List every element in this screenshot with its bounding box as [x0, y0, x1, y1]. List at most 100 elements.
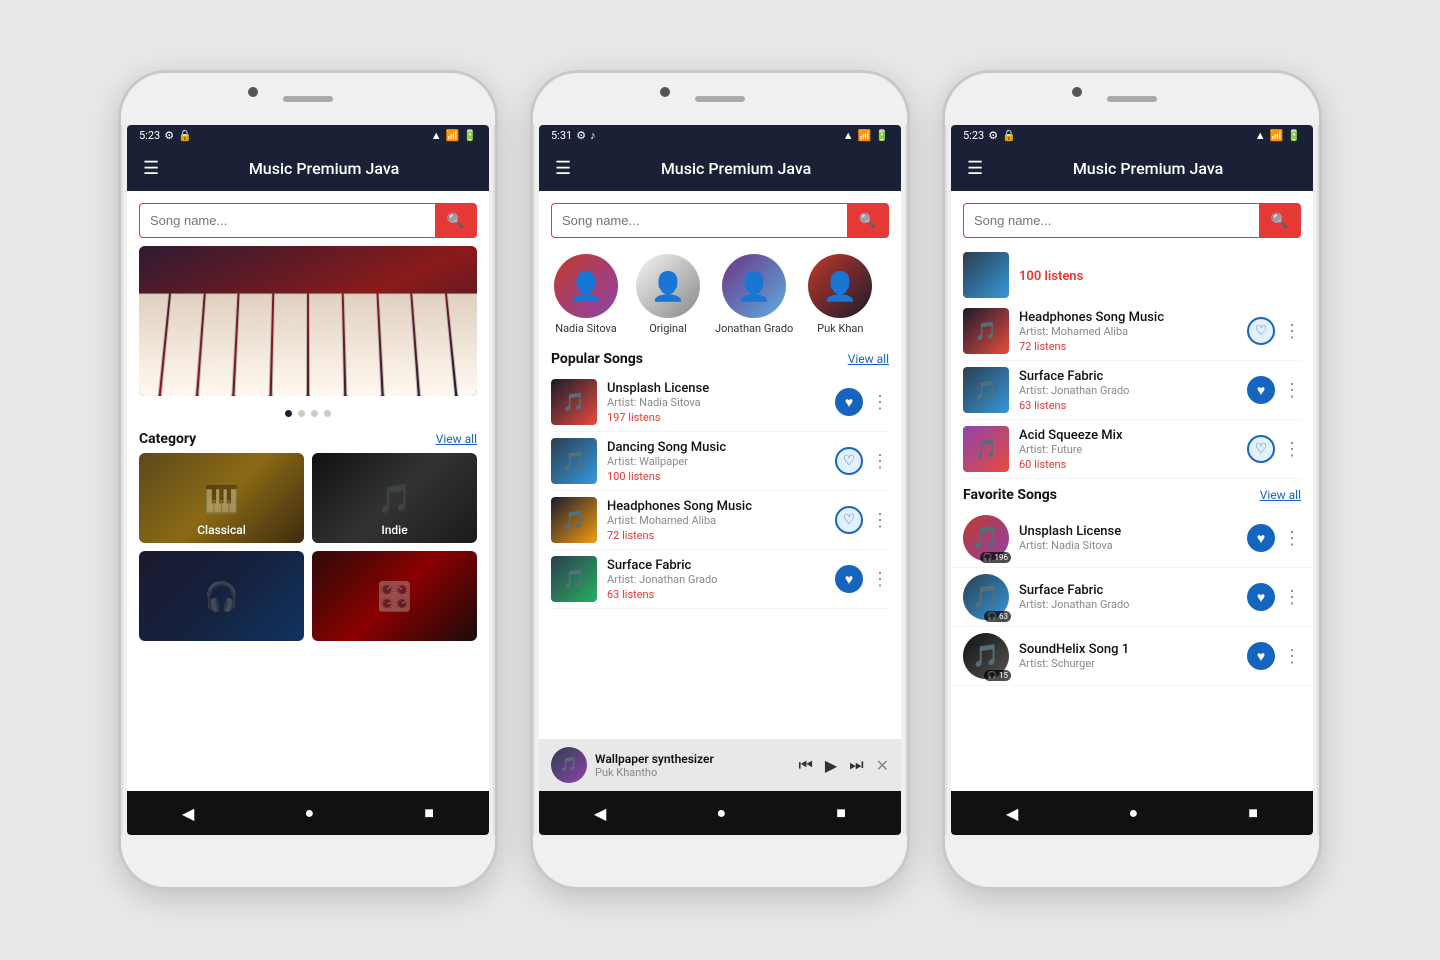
search-button-2[interactable]: 🔍 [847, 204, 888, 237]
song-item-2: 🎵 Dancing Song Music Artist: Wallpaper 1… [551, 432, 889, 491]
like-button-1[interactable]: ♥ [835, 388, 863, 416]
home-button-1[interactable]: ● [288, 799, 330, 827]
artist-name-2: Original [649, 322, 687, 335]
search-input-3[interactable] [964, 205, 1259, 236]
dot-3[interactable] [311, 410, 318, 417]
player-thumb: 🎵 [551, 747, 587, 783]
back-button-3[interactable]: ◀ [990, 800, 1034, 827]
back-button-1[interactable]: ◀ [166, 800, 210, 827]
top-more-3[interactable]: ⋮ [1283, 439, 1301, 460]
search-input-1[interactable] [140, 205, 435, 236]
top-like-1[interactable]: ♡ [1247, 317, 1275, 345]
top-like-2[interactable]: ♥ [1247, 376, 1275, 404]
screen-2: 5:31 ⚙ ♪ ▲ 📶 🔋 ☰ Music Premium Java 🔍 [539, 125, 901, 835]
artist-avatar-2: 👤 [636, 254, 700, 318]
fav-more-1[interactable]: ⋮ [1283, 528, 1301, 549]
category-classical[interactable]: 🎹 Classical [139, 453, 304, 543]
app-title-2: Music Premium Java [587, 159, 885, 178]
popular-view-all[interactable]: View all [848, 352, 889, 366]
fav-like-1[interactable]: ♥ [1247, 524, 1275, 552]
like-button-4[interactable]: ♥ [835, 565, 863, 593]
player-close[interactable]: ✕ [876, 756, 889, 775]
dot-4[interactable] [324, 410, 331, 417]
category-header: Category View all [127, 423, 489, 453]
song-thumb-2: 🎵 [551, 438, 597, 484]
top-song-thumb [963, 252, 1009, 298]
more-button-2[interactable]: ⋮ [871, 451, 889, 472]
song-thumb-1: 🎵 [551, 379, 597, 425]
fav-more-3[interactable]: ⋮ [1283, 646, 1301, 667]
player-prev[interactable]: ⏮ [798, 755, 812, 775]
fav-count-2: 🎧63 [984, 611, 1011, 622]
player-play[interactable]: ▶ [825, 756, 837, 775]
artist-item-3[interactable]: 👤 Jonathan Grado [715, 254, 793, 335]
search-button-1[interactable]: 🔍 [435, 204, 476, 237]
category-headphones[interactable]: 🎧 [139, 551, 304, 641]
artists-row[interactable]: 👤 Nadia Sitova 👤 Original 👤 Jonathan Gra… [539, 246, 901, 343]
status-bar-2: 5:31 ⚙ ♪ ▲ 📶 🔋 [539, 125, 901, 146]
song-artist-4: Artist: Jonathan Grado [607, 573, 825, 586]
fav-like-3[interactable]: ♥ [1247, 642, 1275, 670]
wifi-icon-2: ▲ [843, 129, 854, 142]
category-indie[interactable]: 🎵 Indie [312, 453, 477, 543]
artist-item-2[interactable]: 👤 Original [633, 254, 703, 335]
recents-button-2[interactable]: ■ [820, 799, 862, 827]
more-button-4[interactable]: ⋮ [871, 569, 889, 590]
dot-2[interactable] [298, 410, 305, 417]
category-view-all[interactable]: View all [436, 432, 477, 446]
like-button-3[interactable]: ♡ [835, 506, 863, 534]
top-song-listens-1: 72 listens [1019, 340, 1237, 353]
time-1: 5:23 [139, 129, 160, 142]
song-name-3: Headphones Song Music [607, 499, 825, 514]
search-button-3[interactable]: 🔍 [1259, 204, 1300, 237]
fav-more-2[interactable]: ⋮ [1283, 587, 1301, 608]
favorite-songs-header: Favorite Songs View all [951, 479, 1313, 509]
menu-icon-1[interactable]: ☰ [143, 158, 159, 179]
recents-button-1[interactable]: ■ [408, 799, 450, 827]
top-like-3[interactable]: ♡ [1247, 435, 1275, 463]
wifi-icon-1: ▲ [431, 129, 442, 142]
settings-icon-2: ⚙ [576, 129, 586, 142]
fav-actions-1: ♥ ⋮ [1247, 524, 1301, 552]
time-2: 5:31 [551, 129, 572, 142]
content-3[interactable]: 🔍 100 listens 🎵 Headphones Song Music Ar… [951, 191, 1313, 791]
fav-info-2: Surface Fabric Artist: Jonathan Grado [1019, 583, 1237, 611]
top-song-item-3: 🎵 Acid Squeeze Mix Artist: Future 60 lis… [963, 420, 1301, 479]
category-synth[interactable]: 🎛️ [312, 551, 477, 641]
more-button-1[interactable]: ⋮ [871, 392, 889, 413]
top-listens-label: 100 listens [1019, 269, 1083, 284]
home-button-3[interactable]: ● [1112, 799, 1154, 827]
back-button-2[interactable]: ◀ [578, 800, 622, 827]
phone-top-3 [945, 73, 1319, 125]
artist-name-4: Puk Khan [817, 322, 863, 335]
like-button-2[interactable]: ♡ [835, 447, 863, 475]
artist-item-4[interactable]: 👤 Puk Khan [805, 254, 875, 335]
settings-icon-3: ⚙ [988, 129, 998, 142]
content-1[interactable]: 🔍 [127, 191, 489, 791]
recents-button-3[interactable]: ■ [1232, 799, 1274, 827]
menu-icon-2[interactable]: ☰ [555, 158, 571, 179]
dot-1[interactable] [285, 410, 292, 417]
fav-like-2[interactable]: ♥ [1247, 583, 1275, 611]
artist-item-1[interactable]: 👤 Nadia Sitova [551, 254, 621, 335]
phone-bottom-2 [533, 835, 907, 887]
artist-avatar-1: 👤 [554, 254, 618, 318]
content-2[interactable]: 🔍 👤 Nadia Sitova 👤 Original [539, 191, 901, 739]
fav-avatar-1: 🎵 🎧196 [963, 515, 1009, 561]
song-artist-3: Artist: Mohamed Aliba [607, 514, 825, 527]
home-button-2[interactable]: ● [700, 799, 742, 827]
favorite-view-all[interactable]: View all [1260, 488, 1301, 502]
status-right-1: ▲ 📶 🔋 [431, 129, 477, 142]
top-more-2[interactable]: ⋮ [1283, 380, 1301, 401]
search-input-2[interactable] [552, 205, 847, 236]
more-button-3[interactable]: ⋮ [871, 510, 889, 531]
menu-icon-3[interactable]: ☰ [967, 158, 983, 179]
top-song-name-2: Surface Fabric [1019, 369, 1237, 384]
player-artist: Puk Khantho [595, 766, 790, 779]
player-next[interactable]: ⏭ [849, 755, 863, 775]
app-title-3: Music Premium Java [999, 159, 1297, 178]
favorite-songs-title: Favorite Songs [963, 487, 1057, 503]
status-left-3: 5:23 ⚙ 🔒 [963, 129, 1016, 142]
top-more-1[interactable]: ⋮ [1283, 321, 1301, 342]
camera-icon-2 [660, 87, 670, 97]
